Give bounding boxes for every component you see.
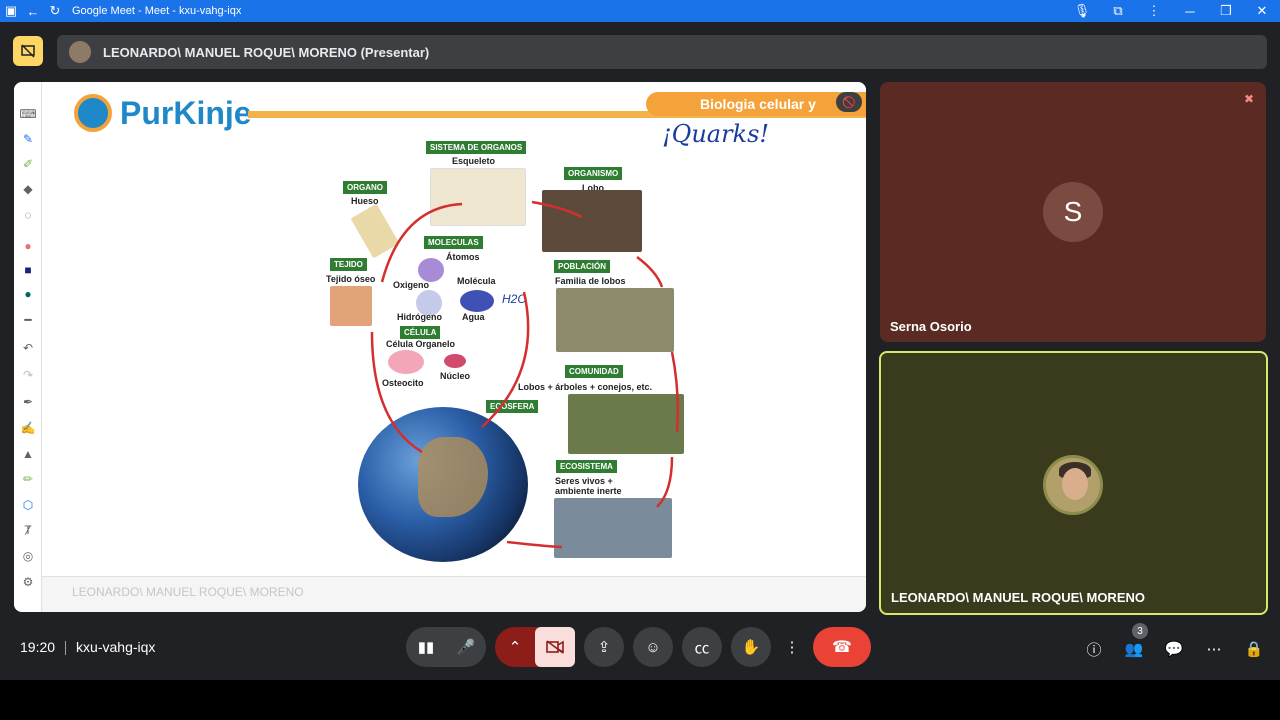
emoji-icon[interactable]: ☺ [633,627,673,667]
avatar: S [1043,182,1103,242]
keyboard-icon[interactable]: ⌨ [18,104,38,124]
pen-icon[interactable]: ✎ [18,129,38,149]
activities-icon[interactable]: ⋯ [1202,637,1226,661]
pen-plus-icon[interactable]: ✍ [18,418,38,438]
info-icon[interactable]: ⓘ [1082,637,1106,661]
eraser-icon[interactable]: ◆ [18,179,38,199]
participant-count-badge: 3 [1132,623,1148,639]
shared-slide: PurKinje Biologia celular y 🚫 ¡Quarks! S… [42,82,866,576]
microphone-indicator-icon[interactable]: 🎙 [1064,0,1100,22]
cycle-arrows [370,200,680,549]
meeting-controls-bar: 19:20 kxu-vahg-iqx ▮▮ 🎤 ⌃ ⇪ ☺ ㏄ ✋ ⋮ ☎ ⓘ 👥… [0,615,1280,680]
undo-icon[interactable]: ↶ [18,338,38,358]
color-red-icon[interactable]: ● [18,236,38,256]
participant-name: Serna Osorio [890,319,972,334]
window-titlebar: ▣ ← ↻ Google Meet - Meet - kxu-vahg-iqx … [0,0,1280,22]
color-teal-icon[interactable]: ● [18,284,38,304]
end-call-button[interactable]: ☎ [813,627,871,667]
color-blue-icon[interactable]: ■ [18,260,38,280]
raise-hand-icon[interactable]: ✋ [731,627,771,667]
presenter-avatar [69,41,91,63]
more-vert-icon[interactable]: ⋮ [1136,0,1172,22]
lasso-icon[interactable]: ◌ [18,205,38,225]
footer-presenter-name: LEONARDO\ MANUEL ROQUE\ MORENO [72,585,304,599]
highlighter-icon[interactable]: ✐ [18,154,38,174]
microphone-icon[interactable]: 🎤 [446,627,486,667]
shape-icon[interactable]: ⬡ [18,495,38,515]
logo-mark-icon [74,94,112,132]
mic-off-icon: ✖ [1243,92,1255,106]
window-title: Google Meet - Meet - kxu-vahg-iqx [72,5,242,17]
muted-mic-icon: 🚫 [836,92,862,112]
chevron-up-icon[interactable]: ⌃ [495,627,535,667]
settings-tool-icon[interactable]: ⚙ [18,572,38,592]
label-sistema-organos: SISTEMA DE ORGANOS [426,141,527,154]
participant-name: LEONARDO\ MANUEL ROQUE\ MORENO [891,590,1145,605]
text-tool-icon[interactable]: Ⱦ [18,520,38,540]
reload-icon[interactable]: ↻ [44,0,66,22]
marker-icon[interactable]: ▲ [18,444,38,464]
call-controls: ▮▮ 🎤 ⌃ ⇪ ☺ ㏄ ✋ ⋮ ☎ [406,627,871,667]
handwritten-note: ¡Quarks! [662,120,770,148]
back-icon[interactable]: ← [22,0,44,22]
mic-control-group: ▮▮ 🎤 [406,627,486,667]
side-panel-icons: ⓘ 👥 3 💬 ⋯ 🔒 [1066,623,1266,661]
presenter-name: LEONARDO\ MANUEL ROQUE\ MORENO (Presenta… [103,44,430,60]
participant-tile-active[interactable]: LEONARDO\ MANUEL ROQUE\ MORENO [879,351,1268,615]
meeting-info: 19:20 kxu-vahg-iqx [20,639,156,656]
close-icon[interactable]: ✕ [1244,0,1280,22]
stroke-width-icon[interactable]: ━ [18,310,38,330]
annotation-toolbar: ⌨ ✎ ✐ ◆ ◌ ● ■ ● ━ ↶ ↷ ✒ ✍ ▲ ✏ ⬡ Ⱦ ◎ ⚙ [14,82,42,612]
captions-icon[interactable]: ㏄ [682,627,722,667]
presenter-bar: LEONARDO\ MANUEL ROQUE\ MORENO (Presenta… [0,22,1280,82]
people-icon[interactable]: 👥 3 [1122,623,1148,661]
minimize-icon[interactable]: ─ [1172,0,1208,22]
purkinje-logo: PurKinje [74,94,252,132]
audio-level-icon[interactable]: ▮▮ [406,627,446,667]
presenter-info: LEONARDO\ MANUEL ROQUE\ MORENO (Presenta… [57,35,1267,69]
avatar [1043,455,1103,515]
shapes-icon[interactable]: ◎ [18,546,38,566]
clock-time: 19:20 [20,639,56,655]
chat-icon[interactable]: 💬 [1162,637,1186,661]
host-controls-icon[interactable]: 🔒 [1242,637,1266,661]
present-screen-icon[interactable]: ⇪ [584,627,624,667]
presentation-stage: ⌨ ✎ ✐ ◆ ◌ ● ■ ● ━ ↶ ↷ ✒ ✍ ▲ ✏ ⬡ Ⱦ ◎ ⚙ Pu… [14,82,866,612]
presentation-icon[interactable] [13,36,43,66]
slide-footer: LEONARDO\ MANUEL ROQUE\ MORENO [42,576,866,612]
green-marker-icon[interactable]: ✏ [18,469,38,489]
restore-icon[interactable]: ❐ [1208,0,1244,22]
pen-tool-icon[interactable]: ✒ [18,392,38,412]
participant-tile[interactable]: ✖ S Serna Osorio [880,82,1266,342]
camera-control-group: ⌃ [495,627,575,667]
os-footer [0,680,1280,720]
more-options-icon[interactable]: ⋮ [780,627,804,667]
extensions-icon[interactable]: ⧉ [1100,0,1136,22]
camera-off-icon[interactable] [535,627,575,667]
slide-banner: Biologia celular y [646,92,866,116]
meeting-code: kxu-vahg-iqx [76,639,156,655]
redo-icon[interactable]: ↷ [18,365,38,385]
meet-app-icon: ▣ [4,3,18,18]
logo-text: PurKinje [120,94,252,131]
